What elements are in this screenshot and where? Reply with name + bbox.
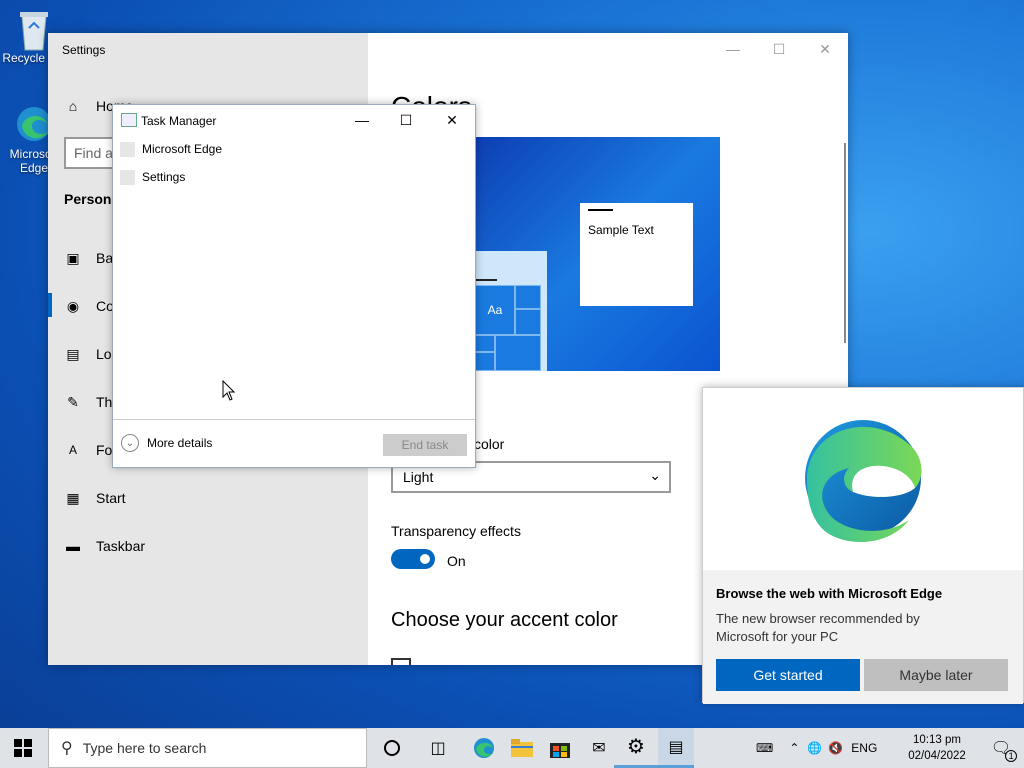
edge-promo-text: The new browser recommended by Microsoft… — [716, 611, 920, 644]
chevron-down-icon: ⌄ — [649, 467, 661, 483]
task-row-settings[interactable]: Settings — [120, 165, 185, 189]
task-view-icon: ◫ — [430, 740, 446, 757]
edge-promo-heading: Browse the web with Microsoft Edge — [716, 586, 943, 601]
preview-sample-window: Sample Text — [580, 203, 693, 306]
sidebar-item-taskbar[interactable]: ▬ Taskbar — [64, 534, 145, 558]
settings-titlebar[interactable]: Settings — ☐ ✕ — [48, 33, 848, 65]
home-icon: ⌂ — [68, 98, 78, 114]
more-details-button[interactable]: ⌄ More details — [121, 434, 212, 452]
accent-heading: Choose your accent color — [391, 609, 618, 631]
search-placeholder: Type here to search — [82, 740, 207, 756]
app-icon — [120, 141, 135, 157]
mail-icon: ✉ — [592, 740, 606, 757]
clock-date: 02/04/2022 — [908, 750, 966, 762]
app-icon — [120, 169, 135, 185]
transparency-state: On — [447, 553, 466, 569]
selected-indicator — [48, 293, 52, 317]
task-manager-icon — [121, 113, 137, 127]
task-view-button[interactable]: ◫ — [415, 728, 461, 768]
lock-screen-icon: ▤ — [66, 345, 80, 362]
minimize-button[interactable]: — — [710, 33, 756, 65]
end-task-button[interactable]: End task — [383, 434, 467, 456]
chevron-up-icon[interactable]: ⌃ — [789, 741, 799, 755]
start-icon: ▦ — [66, 489, 80, 506]
edge-logo-art — [703, 388, 1023, 568]
chevron-down-icon: ⌄ — [121, 434, 139, 452]
palette-icon: ◉ — [66, 297, 80, 314]
taskbar-icon: ▬ — [66, 538, 80, 554]
task-row-label: Settings — [142, 170, 186, 184]
task-row-label: Microsoft Edge — [142, 142, 223, 156]
theme-preview: Aa Sample Text — [475, 137, 720, 371]
app-mode-value: Light — [403, 469, 434, 485]
system-tray: ⌨ ⌃ 🌐 🔇 ENG — [756, 728, 877, 768]
auto-accent-checkbox[interactable] — [391, 658, 411, 665]
edge-icon — [474, 738, 494, 758]
fonts-icon: A — [68, 443, 77, 457]
language-indicator[interactable]: ENG — [851, 741, 877, 755]
sidebar-item-label: Start — [96, 490, 126, 506]
sidebar-item-start[interactable]: ▦ Start — [64, 486, 126, 510]
task-manager-title: Task Manager — [141, 114, 217, 128]
themes-icon: ✎ — [67, 393, 79, 410]
maximize-button[interactable]: ☐ — [383, 105, 429, 135]
transparency-label: Transparency effects — [391, 523, 521, 539]
scrollbar[interactable] — [844, 143, 846, 343]
app-mode-label: color — [474, 436, 505, 452]
minimize-button[interactable]: — — [339, 105, 385, 135]
folder-icon — [511, 739, 533, 757]
taskbar-search-box[interactable]: ⚲ Type here to search — [48, 728, 367, 768]
taskbar-clock[interactable]: 10:13 pm 02/04/2022 — [902, 732, 972, 764]
volume-mute-icon[interactable]: 🔇 — [828, 741, 843, 755]
close-button[interactable]: ✕ — [429, 105, 475, 135]
keyboard-icon[interactable]: ⌨ — [756, 741, 773, 755]
sidebar-item-label: Taskbar — [96, 538, 146, 554]
task-manager-icon: ▤ — [668, 738, 684, 756]
cortana-icon — [384, 740, 400, 756]
taskbar-task-manager[interactable]: ▤ — [658, 728, 694, 768]
edge-logo-icon — [805, 420, 922, 543]
clock-time: 10:13 pm — [913, 734, 961, 746]
task-manager-window: Task Manager — ☐ ✕ Microsoft Edge Settin… — [112, 104, 476, 468]
preview-tiles: Aa — [475, 285, 543, 371]
edge-promo-body: Browse the web with Microsoft Edge The n… — [703, 570, 1023, 704]
cortana-button[interactable] — [369, 728, 415, 768]
task-row-edge[interactable]: Microsoft Edge — [120, 137, 222, 161]
task-manager-footer: ⌄ More details End task — [113, 419, 475, 467]
gear-icon: ⚙ — [627, 736, 645, 758]
get-started-button[interactable]: Get started — [716, 659, 860, 691]
more-details-label: More details — [147, 436, 213, 450]
maximize-button[interactable]: ☐ — [756, 33, 802, 65]
notification-icon: 🗨 1 — [991, 738, 1018, 762]
settings-title: Settings — [62, 43, 106, 57]
start-button[interactable] — [0, 728, 46, 768]
preview-tile-aa: Aa — [475, 285, 515, 335]
task-manager-titlebar[interactable]: Task Manager — ☐ ✕ — [113, 105, 475, 135]
search-icon: ⚲ — [61, 740, 73, 757]
notification-center-button[interactable]: 🗨 1 — [978, 728, 1024, 768]
transparency-toggle[interactable] — [391, 549, 435, 569]
store-icon — [550, 743, 570, 758]
picture-icon: ▣ — [66, 249, 80, 266]
maybe-later-button[interactable]: Maybe later — [864, 659, 1008, 691]
taskbar: ⚲ Type here to search ◫ ✉ ⚙ ▤ ⌨ ⌃ 🌐 🔇 EN… — [0, 728, 1024, 768]
close-button[interactable]: ✕ — [802, 33, 848, 65]
notification-count: 1 — [1005, 750, 1018, 762]
taskbar-settings[interactable]: ⚙ — [614, 728, 658, 768]
network-icon[interactable]: 🌐 — [807, 741, 822, 755]
edge-promo-popup: Browse the web with Microsoft Edge The n… — [702, 387, 1024, 704]
windows-logo-icon — [14, 739, 32, 757]
sample-text: Sample Text — [588, 223, 654, 237]
